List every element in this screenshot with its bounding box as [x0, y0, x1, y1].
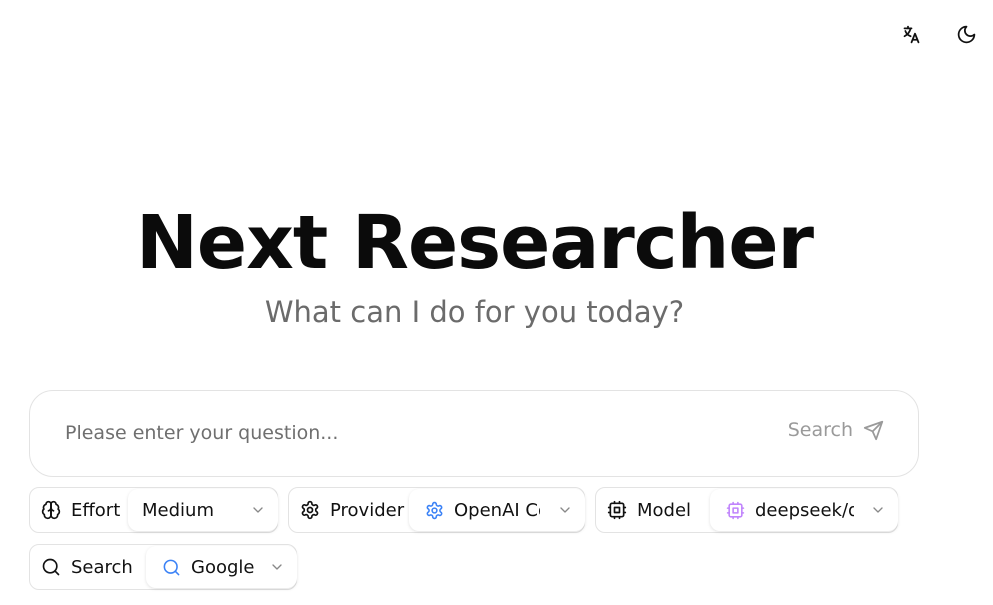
send-icon — [863, 420, 884, 440]
effort-label: Effort — [30, 488, 120, 532]
search-engine-value: Google — [191, 556, 255, 578]
search-engine-option: Search Google — [29, 544, 297, 590]
provider-value: OpenAI Compatible — [454, 499, 540, 521]
search-submit-label: Search — [787, 419, 853, 441]
brain-icon — [41, 500, 61, 520]
search-icon — [42, 558, 60, 576]
effort-option: Effort Medium — [29, 487, 278, 533]
provider-select[interactable]: OpenAI Compatible — [409, 489, 585, 531]
effort-select[interactable]: Medium — [128, 489, 278, 531]
theme-toggle-button[interactable] — [950, 18, 982, 50]
page: Next Researcher What can I do for you to… — [0, 0, 993, 605]
language-button[interactable] — [895, 18, 927, 50]
question-box: Search — [29, 390, 919, 477]
model-option: Model deepseek/deepseek — [595, 487, 898, 533]
cpu-icon — [726, 501, 745, 519]
search-engine-label-text: Search — [71, 556, 133, 578]
provider-option: Provider OpenAI Compatible — [288, 487, 585, 533]
search-icon — [163, 559, 180, 575]
effort-label-text: Effort — [71, 499, 121, 521]
model-label: Model — [596, 488, 691, 532]
page-subtitle: What can I do for you today? — [264, 295, 685, 329]
search-engine-label: Search — [30, 545, 133, 589]
chevron-down-icon — [253, 507, 263, 513]
model-label-text: Model — [637, 499, 692, 521]
effort-value: Medium — [142, 499, 214, 521]
chevron-down-icon — [873, 507, 883, 513]
question-input[interactable] — [65, 415, 705, 451]
chevron-down-icon — [560, 507, 570, 513]
model-select[interactable]: deepseek/deepseek — [710, 489, 898, 531]
gear-icon — [301, 500, 319, 520]
provider-label: Provider — [289, 488, 404, 532]
cpu-icon — [607, 500, 627, 520]
chevron-down-icon — [272, 564, 282, 570]
moon-icon — [957, 25, 975, 43]
model-value: deepseek/deepseek — [755, 499, 854, 521]
translate-icon — [903, 25, 919, 43]
search-engine-select[interactable]: Google — [146, 546, 297, 588]
provider-label-text: Provider — [330, 499, 405, 521]
page-title: Next Researcher — [135, 200, 814, 286]
search-submit-button[interactable]: Search — [788, 419, 884, 441]
gear-icon — [426, 501, 443, 519]
